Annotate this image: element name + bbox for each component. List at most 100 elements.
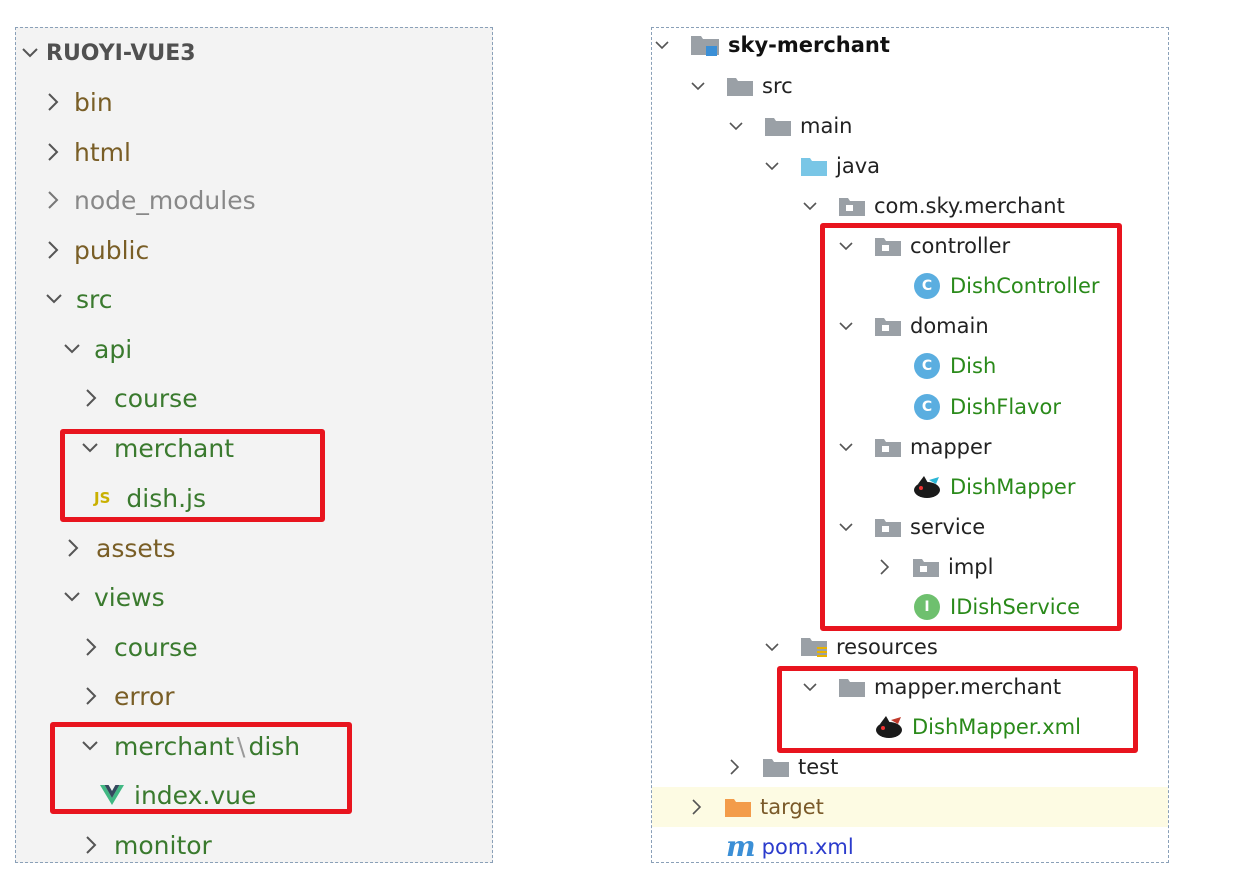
tree-item-label: target — [760, 795, 824, 819]
tree-item-label: src — [76, 284, 113, 314]
tree-item-pom-xml[interactable]: m pom.xml — [726, 827, 854, 867]
tree-item-label: resources — [836, 635, 938, 659]
tree-item-dish[interactable]: C Dish — [914, 346, 996, 386]
tree-item-service[interactable]: service — [838, 507, 985, 547]
tree-item-node-modules[interactable]: node_modules — [46, 176, 256, 224]
tree-item-index-vue[interactable]: index.vue — [100, 771, 256, 819]
mybatis-icon — [874, 714, 904, 740]
tree-item-label: main — [800, 114, 853, 138]
chevron-right-icon — [66, 537, 80, 559]
class-icon: C — [914, 273, 940, 299]
tree-item-label: IDishService — [950, 595, 1081, 619]
tree-item-com-sky-merchant[interactable]: com.sky.merchant — [802, 186, 1065, 226]
tree-item-label: com.sky.merchant — [874, 194, 1065, 218]
chevron-right-icon — [84, 685, 98, 707]
tree-item-mapper[interactable]: mapper — [838, 427, 992, 467]
tree-item-api[interactable]: api — [62, 325, 132, 373]
tree-item-domain[interactable]: domain — [838, 306, 989, 346]
resources-folder-icon — [800, 635, 830, 659]
tree-item-monitor[interactable]: monitor — [84, 821, 212, 869]
tree-item-views[interactable]: views — [62, 573, 165, 621]
source-folder-icon — [800, 155, 828, 177]
package-icon — [874, 516, 902, 538]
tree-item-api-merchant[interactable]: merchant — [80, 424, 234, 472]
chevron-right-icon — [878, 558, 892, 576]
tree-item-label: api — [94, 334, 133, 364]
tree-item-label: service — [910, 515, 986, 539]
tree-item-label: DishMapper.xml — [912, 715, 1081, 739]
explorer-root-label: RUOYI-VUE3 — [46, 40, 196, 66]
package-icon — [874, 315, 902, 337]
folder-icon — [838, 676, 866, 698]
tree-item-error[interactable]: error — [84, 672, 175, 720]
tree-item-label: Dish — [950, 354, 997, 378]
tree-item-label: DishMapper — [950, 475, 1076, 499]
tree-item-dish-flavor[interactable]: C DishFlavor — [914, 387, 1061, 427]
chevron-right-icon — [84, 387, 98, 409]
tree-item-label: node_modules — [74, 185, 256, 215]
tree-item-api-course[interactable]: course — [84, 374, 198, 422]
tree-item-label: course — [114, 632, 198, 662]
chevron-down-icon — [20, 43, 40, 63]
tree-item-public[interactable]: public — [46, 226, 149, 274]
tree-item-html[interactable]: html — [46, 128, 131, 176]
tree-item-impl[interactable]: impl — [878, 547, 993, 587]
tree-item-dish-mapper[interactable]: DishMapper — [912, 467, 1075, 507]
tree-item-label: test — [798, 755, 839, 779]
chevron-down-icon — [838, 238, 854, 254]
chevron-down-icon — [764, 158, 780, 174]
chevron-right-icon — [84, 636, 98, 658]
chevron-down-icon — [728, 118, 744, 134]
tree-item-idish-service[interactable]: I IDishService — [914, 587, 1080, 627]
tree-item-label: html — [74, 137, 131, 167]
tree-item-dish-controller[interactable]: C DishController — [914, 266, 1100, 306]
folder-icon — [726, 75, 754, 97]
explorer-root-folder[interactable]: RUOYI-VUE3 — [16, 29, 196, 77]
tree-item-src[interactable]: src — [690, 66, 793, 106]
tree-item-label: mapper — [910, 435, 992, 459]
tree-item-label: assets — [96, 533, 176, 563]
tree-item-src[interactable]: src — [44, 275, 113, 323]
tree-item-label: java — [836, 154, 880, 178]
folder-icon — [762, 756, 790, 778]
tree-item-label: mapper.merchant — [874, 675, 1062, 699]
tree-item-dish-mapper-xml[interactable]: DishMapper.xml — [874, 707, 1081, 747]
chevron-down-icon — [838, 439, 854, 455]
tree-item-java[interactable]: java — [764, 146, 880, 186]
tree-item-label: controller — [910, 234, 1011, 258]
chevron-down-icon — [838, 318, 854, 334]
chevron-down-icon — [62, 587, 82, 607]
tree-item-target[interactable]: target — [652, 787, 1168, 827]
package-icon — [912, 556, 940, 578]
tree-item-controller[interactable]: controller — [838, 226, 1010, 266]
class-icon: C — [914, 353, 940, 379]
tree-item-label: dish.js — [126, 483, 206, 513]
tree-item-label-suffix: dish — [248, 731, 301, 761]
tree-item-label: sky-merchant — [728, 33, 890, 57]
tree-item-views-course[interactable]: course — [84, 623, 198, 671]
tree-item-test[interactable]: test — [728, 747, 838, 787]
mybatis-icon — [912, 474, 942, 500]
tree-item-sky-merchant[interactable]: sky-merchant — [652, 25, 890, 65]
chevron-down-icon — [654, 37, 670, 53]
chevron-down-icon — [80, 736, 100, 756]
intellij-project-panel: sky-merchant src main java com.sky.merch… — [651, 27, 1169, 863]
tree-item-main[interactable]: main — [728, 106, 852, 146]
chevron-right-icon — [690, 798, 704, 816]
tree-item-assets[interactable]: assets — [66, 524, 176, 572]
tree-item-label: DishController — [950, 274, 1100, 298]
package-icon — [838, 195, 866, 217]
tree-item-label: DishFlavor — [950, 395, 1061, 419]
tree-item-mapper-merchant[interactable]: mapper.merchant — [802, 667, 1061, 707]
tree-item-merchant-dish[interactable]: merchant \ dish — [80, 722, 300, 770]
tree-item-label: views — [94, 582, 165, 612]
tree-item-bin[interactable]: bin — [46, 78, 113, 126]
tree-item-dish-js[interactable]: JS dish.js — [94, 474, 206, 522]
excluded-folder-icon — [724, 796, 752, 818]
chevron-right-icon — [46, 239, 60, 261]
chevron-down-icon — [838, 519, 854, 535]
tree-item-label: course — [114, 383, 198, 413]
chevron-down-icon — [80, 438, 100, 458]
chevron-right-icon — [728, 758, 742, 776]
tree-item-resources[interactable]: resources — [764, 627, 938, 667]
